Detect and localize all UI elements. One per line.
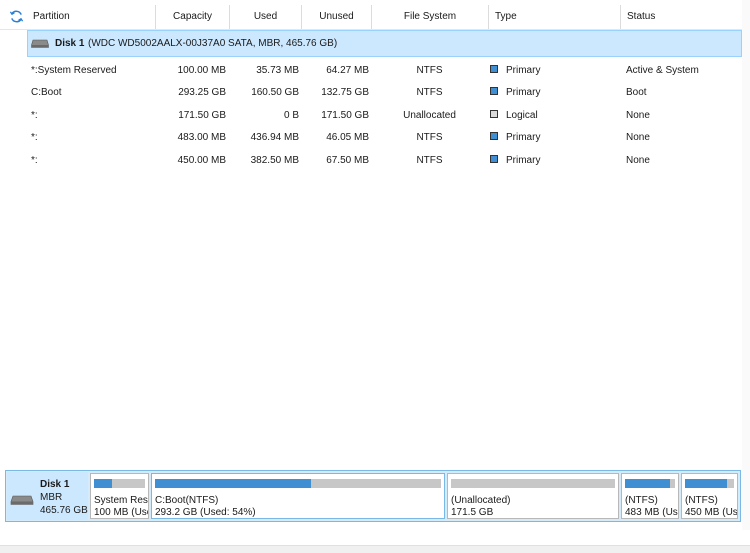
volume-label: System Reserved — [94, 495, 148, 506]
disk-map-disk-cell[interactable]: Disk 1 MBR 465.76 GB — [7, 472, 88, 520]
partition-type: Primary — [490, 82, 540, 104]
volume-usage-fill — [685, 479, 727, 488]
volume-label: (NTFS) — [625, 495, 658, 506]
disk-info: (WDC WD5002AALX-00J37A0 SATA, MBR, 465.7… — [88, 38, 338, 49]
partition-row[interactable]: *: 450.00 MB 382.50 MB 67.50 MB NTFS Primary N… — [0, 150, 742, 172]
partition-type: Primary — [490, 127, 540, 149]
disk-name: Disk 1 — [55, 38, 85, 49]
partition-type-swatch — [490, 87, 498, 96]
column-file-system[interactable]: File System — [371, 5, 488, 29]
partition-capacity: 100.00 MB — [177, 65, 226, 76]
partition-file-system: NTFS — [416, 155, 443, 166]
disk-map-volume[interactable]: (NTFS)450 MB (Used: 85%) — [681, 473, 738, 519]
partition-type-label: Logical — [506, 110, 538, 121]
volume-label: (Unallocated) — [451, 495, 511, 506]
partition-unused: 67.50 MB — [326, 155, 369, 166]
partition-file-system: NTFS — [416, 132, 443, 143]
scrollbar[interactable] — [742, 0, 750, 530]
partition-file-system: NTFS — [416, 87, 443, 98]
volume-usage-bar — [451, 479, 615, 488]
disk-map: Disk 1 MBR 465.76 GB System Reserved100 … — [5, 470, 741, 522]
partition-type-swatch — [490, 110, 498, 119]
volume-size: 450 MB (Used: 85%) — [685, 507, 738, 518]
disk-map-size: 465.76 GB — [40, 505, 88, 516]
partition-file-system: NTFS — [416, 65, 443, 76]
column-capacity[interactable]: Capacity — [155, 5, 229, 29]
volume-usage-bar — [94, 479, 145, 488]
partition-used: 35.73 MB — [256, 65, 299, 76]
partition-capacity: 293.25 GB — [178, 87, 226, 98]
volume-usage-fill — [94, 479, 113, 488]
volume-label: C:Boot(NTFS) — [155, 495, 219, 506]
volume-size: 483 MB (Used: 90%) — [625, 507, 678, 518]
partition-status: None — [626, 155, 650, 166]
partition-name: C:Boot — [31, 87, 62, 98]
partition-type: Primary — [490, 150, 540, 172]
volume-usage-fill — [155, 479, 312, 488]
partition-used: 160.50 GB — [251, 87, 299, 98]
disk-map-volume[interactable]: C:Boot(NTFS) 293.2 GB (Used: 54%) — [151, 473, 445, 519]
partition-type-label: Primary — [506, 87, 541, 98]
partition-name: *: — [31, 132, 38, 143]
disk-map-style: MBR — [40, 492, 63, 503]
volume-label: (NTFS) — [685, 495, 718, 506]
partition-unused: 171.50 GB — [321, 110, 369, 121]
partition-unused: 64.27 MB — [326, 65, 369, 76]
hard-disk-icon — [31, 39, 49, 48]
partition-status: Active & System — [626, 65, 699, 76]
volume-size: 100 MB (Used: 35%) — [94, 507, 148, 518]
column-partition[interactable]: Partition — [27, 5, 155, 29]
partition-unused: 46.05 MB — [326, 132, 369, 143]
partition-capacity: 171.50 GB — [178, 110, 226, 121]
partition-name: *: — [31, 110, 38, 121]
volume-usage-bar — [685, 479, 734, 488]
volume-size: 171.5 GB — [451, 507, 494, 518]
partition-status: None — [626, 132, 650, 143]
partition-used: 436.94 MB — [250, 132, 299, 143]
partition-row[interactable]: *: 483.00 MB 436.94 MB 46.05 MB NTFS Primary N… — [0, 127, 742, 149]
partition-name: *:System Reserved — [31, 65, 117, 76]
partition-type-swatch — [490, 155, 498, 164]
partition-type-swatch — [490, 65, 498, 74]
partition-file-system: Unallocated — [403, 110, 456, 121]
partition-unused: 132.75 GB — [321, 87, 369, 98]
column-type[interactable]: Type — [488, 5, 620, 29]
partition-type: Primary — [490, 60, 540, 82]
hard-disk-icon — [10, 495, 34, 505]
partition-capacity: 450.00 MB — [177, 155, 226, 166]
partition-status: None — [626, 110, 650, 121]
volume-usage-bar — [625, 479, 675, 488]
refresh-icon[interactable] — [9, 9, 24, 24]
partition-row[interactable]: *:System Reserved 100.00 MB 35.73 MB 64.27 … — [0, 60, 742, 82]
partition-type-swatch — [490, 132, 498, 141]
disk-row[interactable]: Disk 1 (WDC WD5002AALX-00J37A0 SATA, MBR… — [27, 30, 742, 57]
partition-type: Logical — [490, 105, 538, 127]
partition-type-label: Primary — [506, 155, 541, 166]
partition-name: *: — [31, 155, 38, 166]
disk-map-volume[interactable]: System Reserved100 MB (Used: 35%) — [90, 473, 149, 519]
partition-capacity: 483.00 MB — [177, 132, 226, 143]
partition-row[interactable]: *: 171.50 GB 0 B 171.50 GB Unallocated Logica… — [0, 105, 742, 127]
partition-status: Boot — [626, 87, 647, 98]
volume-usage-fill — [625, 479, 671, 488]
column-unused[interactable]: Unused — [301, 5, 371, 29]
partition-used: 0 B — [283, 110, 299, 121]
column-header-bar: Partition Capacity Used Unused File Syst… — [0, 5, 742, 30]
disk-map-volume[interactable]: (NTFS)483 MB (Used: 90%) — [621, 473, 679, 519]
column-used[interactable]: Used — [229, 5, 301, 29]
partition-row[interactable]: C:Boot 293.25 GB 160.50 GB 132.75 GB NTFS Pri… — [0, 82, 742, 104]
column-status[interactable]: Status — [620, 5, 742, 29]
disk-map-name: Disk 1 — [40, 479, 70, 490]
partition-type-label: Primary — [506, 132, 541, 143]
volume-usage-bar — [155, 479, 441, 488]
disk-map-volume[interactable]: (Unallocated) 171.5 GB — [447, 473, 619, 519]
volume-size: 293.2 GB (Used: 54%) — [155, 507, 256, 518]
partition-used: 382.50 MB — [250, 155, 299, 166]
partition-type-label: Primary — [506, 65, 541, 76]
